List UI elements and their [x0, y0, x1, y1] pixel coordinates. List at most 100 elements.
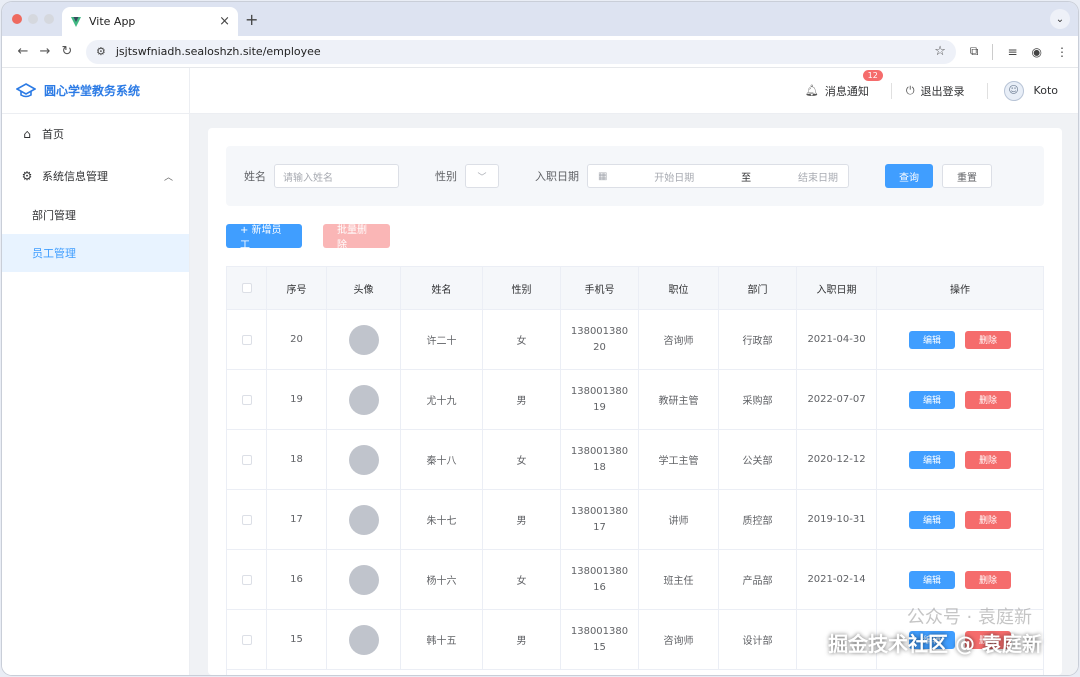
date-end: 结束日期: [797, 172, 838, 184]
date-label: 入职日期: [535, 170, 579, 183]
cell-phone: 13800138020: [561, 310, 639, 369]
cell-actions: 编辑 删除: [877, 310, 1043, 369]
url-field[interactable]: ⚙ jsjtswfniadh.sealoshzh.site/employee ☆: [86, 39, 956, 64]
minimize-window-button[interactable]: [28, 14, 38, 24]
maximize-window-button[interactable]: [44, 14, 54, 24]
table-header: 序号 头像 姓名 性别 手机号 职位 部门 入职日期 操作: [227, 267, 1043, 310]
logout-label: 退出登录: [920, 84, 965, 98]
table-row: 19 尤十九男 13800138019 教研主管 采购部 2022-07-07 编辑 删除: [227, 370, 1043, 430]
delete-button[interactable]: 删除: [965, 570, 1012, 589]
bookmark-star-icon[interactable]: ☆: [934, 44, 946, 59]
batch-delete-button[interactable]: 批量删除: [323, 224, 390, 251]
notify-button[interactable]: 🔔︎ 消息通知 12: [805, 69, 883, 99]
user-menu[interactable]: ☺ Koto: [1003, 80, 1058, 101]
cell-position: 教研主管: [639, 370, 719, 429]
cell-avatar: [327, 430, 401, 489]
new-tab-button[interactable]: +: [245, 10, 258, 29]
delete-button[interactable]: 删除: [965, 510, 1012, 529]
main-content: 姓名 请输入姓名 性别 ﹀ 入职日期 ▦ 开始日期 至 结束日期 查询 重置 +…: [190, 114, 1078, 675]
sidebar-item-system[interactable]: ⚙ 系统信息管理 ︿: [2, 156, 189, 196]
edit-button[interactable]: 编辑: [908, 510, 955, 529]
cell-index: 20: [267, 310, 327, 369]
date-range-picker[interactable]: ▦ 开始日期 至 结束日期: [587, 164, 849, 188]
phone-text: 13800138016: [570, 565, 629, 593]
column-header: 性别: [483, 267, 561, 309]
row-checkbox[interactable]: [241, 634, 252, 645]
edit-button[interactable]: 编辑: [908, 330, 955, 349]
name-input[interactable]: 请输入姓名: [274, 164, 399, 188]
cell-avatar: [327, 550, 401, 609]
graduation-cap-icon: [16, 82, 36, 97]
reset-button[interactable]: 重置: [942, 164, 992, 188]
cell-name: 许二十: [401, 310, 483, 369]
forward-button[interactable]: →: [34, 44, 56, 59]
cell-index: 19: [267, 370, 327, 429]
gender-select[interactable]: ﹀: [465, 164, 499, 188]
sidebar-item-label: 系统信息管理: [42, 170, 108, 183]
site-info-icon[interactable]: ⚙: [96, 45, 106, 58]
user-avatar: ☺: [1003, 80, 1024, 101]
cell-position: 讲师: [639, 490, 719, 549]
edit-button[interactable]: 编辑: [908, 450, 955, 469]
select-all-checkbox[interactable]: [241, 283, 252, 293]
media-icon[interactable]: ≡: [1007, 45, 1017, 59]
cell-index: 15: [267, 610, 327, 669]
sidebar-item-label: 首页: [42, 128, 64, 141]
browser-tab[interactable]: Vite App ×: [62, 7, 238, 36]
reload-button[interactable]: ↻: [56, 44, 78, 59]
cell-department: 公关部: [719, 430, 797, 489]
delete-button[interactable]: 删除: [965, 330, 1012, 349]
profile-icon[interactable]: ◉: [1032, 45, 1042, 59]
back-button[interactable]: ←: [12, 44, 34, 59]
chevron-down-icon: ﹀: [477, 172, 487, 183]
query-button[interactable]: 查询: [885, 164, 933, 188]
name-label: 姓名: [244, 170, 266, 183]
cell-avatar: [327, 610, 401, 669]
row-checkbox[interactable]: [241, 334, 252, 345]
url-text: jsjtswfniadh.sealoshzh.site/employee: [115, 45, 321, 58]
delete-button[interactable]: 删除: [965, 390, 1012, 409]
cell-position: 咨询师: [639, 610, 719, 669]
phone-text: 13800138019: [570, 385, 629, 413]
delete-button[interactable]: 删除: [965, 450, 1012, 469]
cell-name: 秦十八: [401, 430, 483, 489]
row-checkbox[interactable]: [241, 514, 252, 525]
cell-actions: 编辑 删除: [877, 430, 1043, 489]
cell-position: 班主任: [639, 550, 719, 609]
sidebar-item-dept[interactable]: 部门管理: [2, 196, 189, 234]
tab-search-button[interactable]: ⌄: [1050, 9, 1070, 29]
row-select-cell: [227, 550, 267, 609]
cell-avatar: [327, 490, 401, 549]
row-checkbox[interactable]: [241, 394, 252, 405]
row-select-cell: [227, 310, 267, 369]
cell-phone: 13800138015: [561, 610, 639, 669]
column-header: 入职日期: [797, 267, 877, 309]
row-select-cell: [227, 430, 267, 489]
cell-phone: 13800138017: [561, 490, 639, 549]
add-employee-button[interactable]: + 新增员工: [226, 224, 302, 251]
row-checkbox[interactable]: [241, 574, 252, 585]
date-separator: 至: [741, 172, 752, 184]
column-header: 头像: [327, 267, 401, 309]
gender-label: 性别: [435, 170, 457, 183]
chevron-up-icon: ︿: [163, 172, 173, 183]
extensions-icon[interactable]: ⧉: [970, 44, 979, 59]
sidebar-item-home[interactable]: ⌂ 首页: [2, 114, 189, 154]
edit-button[interactable]: 编辑: [908, 390, 955, 409]
watermark-juejin: 掘金技术社区 @ 袁庭新: [828, 632, 1042, 656]
more-menu-icon[interactable]: ⋮: [1056, 45, 1068, 59]
cell-gender: 女: [483, 430, 561, 489]
sidebar-item-employee[interactable]: 员工管理: [2, 234, 189, 272]
row-checkbox[interactable]: [241, 454, 252, 465]
close-tab-icon[interactable]: ×: [219, 14, 230, 29]
close-window-button[interactable]: [12, 14, 22, 24]
cell-gender: 女: [483, 550, 561, 609]
cell-department: 设计部: [719, 610, 797, 669]
cell-phone: 13800138019: [561, 370, 639, 429]
cell-hire-date: 2021-04-30: [797, 310, 877, 369]
table-row: 20 许二十女 13800138020 咨询师 行政部 2021-04-30 编辑 删除: [227, 310, 1043, 370]
tab-title: Vite App: [89, 15, 136, 28]
logout-button[interactable]: ⏻ 退出登录: [906, 83, 965, 99]
search-form: 姓名 请输入姓名 性别 ﹀ 入职日期 ▦ 开始日期 至 结束日期 查询 重置: [226, 146, 1044, 206]
edit-button[interactable]: 编辑: [908, 570, 955, 589]
